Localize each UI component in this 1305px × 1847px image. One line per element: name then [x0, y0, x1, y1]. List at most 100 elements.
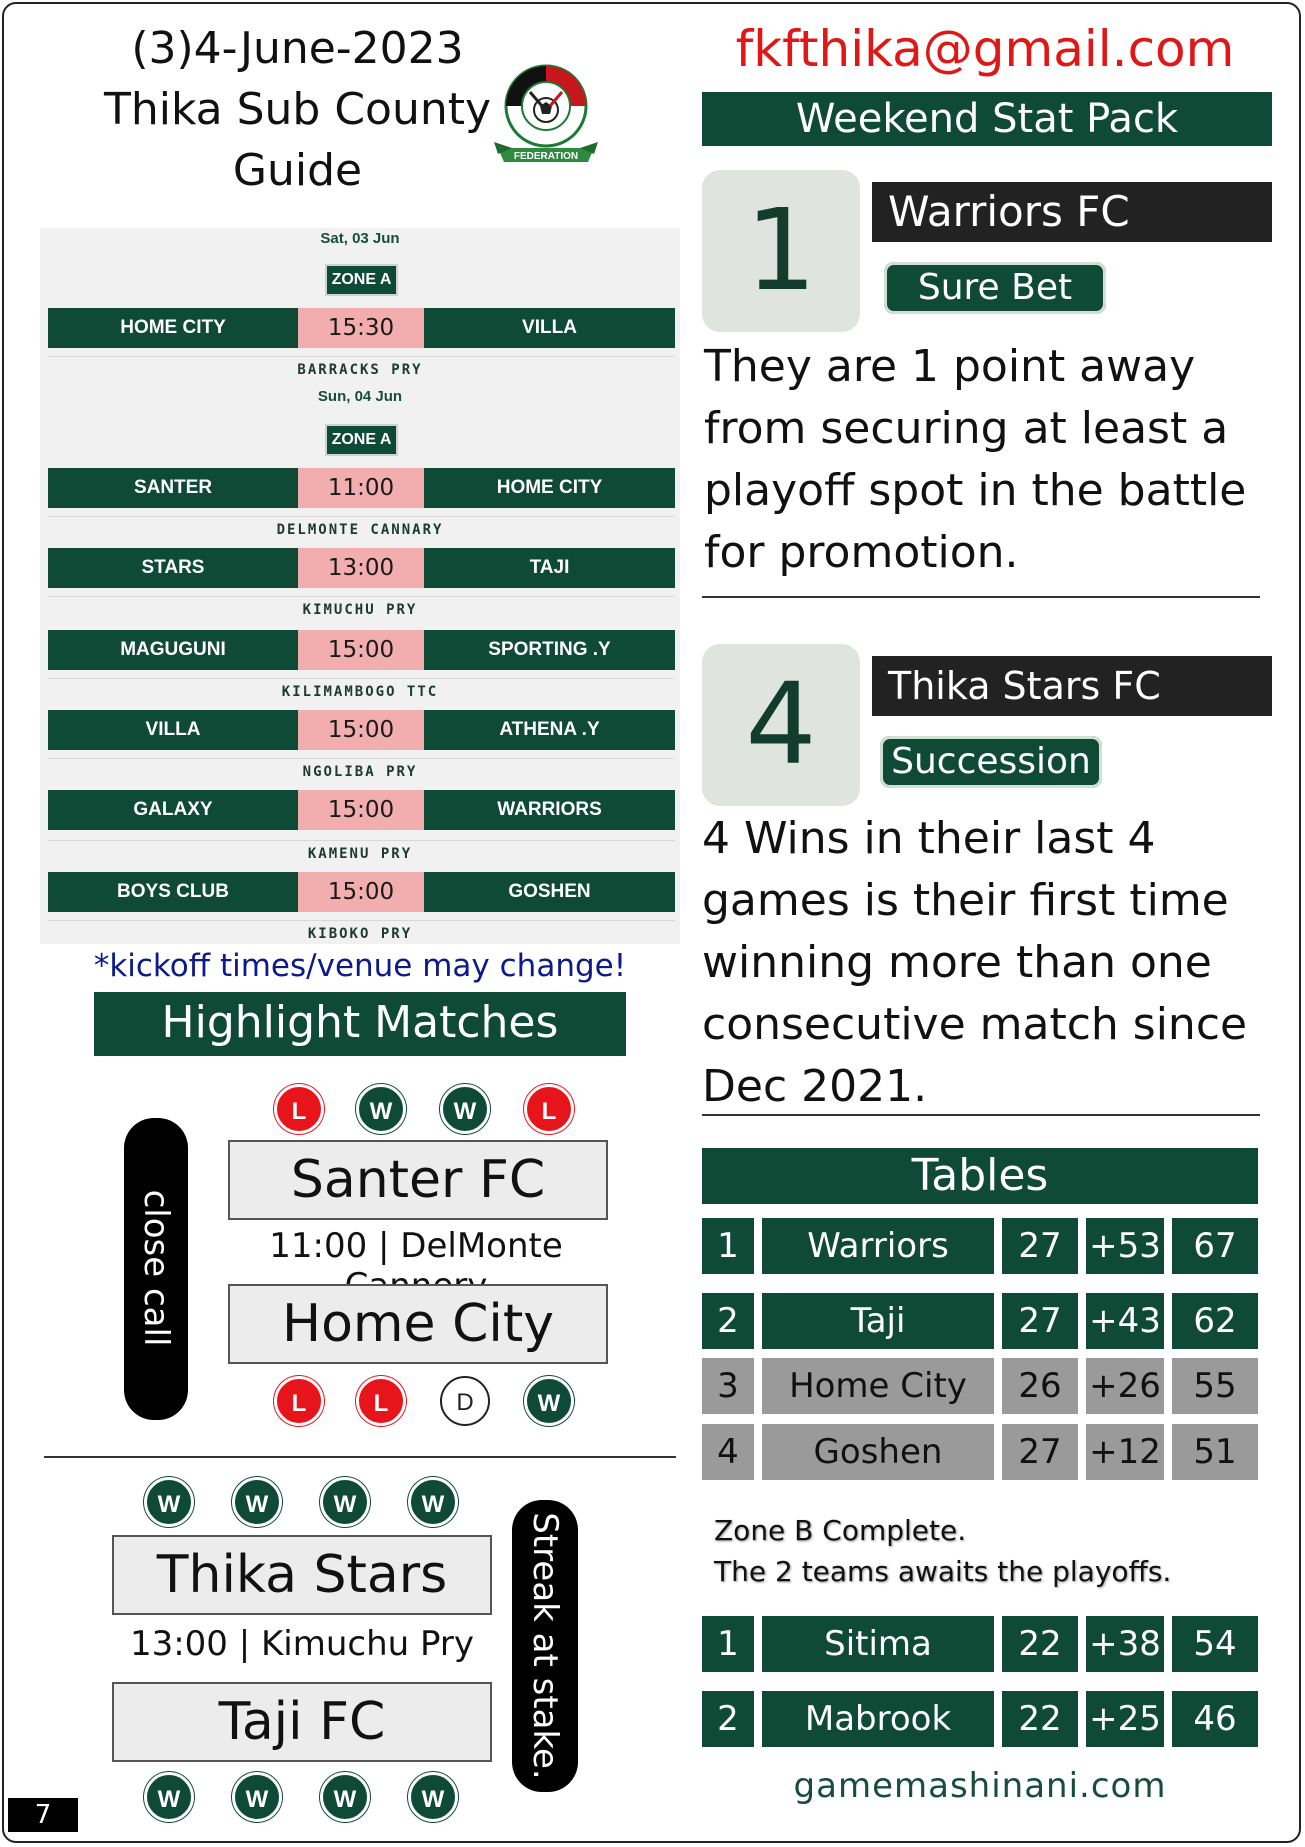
form-result-badge: W	[440, 1084, 490, 1134]
stat-team-bar: Thika Stars FC	[872, 656, 1272, 716]
table-goal-diff: +38	[1086, 1616, 1164, 1672]
table-played: 22	[1002, 1616, 1078, 1672]
form-result-badge: D	[440, 1376, 490, 1426]
match-info: 13:00 | Kimuchu Pry	[129, 1624, 475, 1664]
fixture-venue: KIMUCHU PRY	[302, 602, 418, 618]
section-divider	[702, 596, 1260, 598]
stat-team-bar: Warriors FC	[872, 182, 1272, 242]
stat-tag: Sure Bet	[884, 262, 1106, 314]
table-rank: 2	[702, 1691, 754, 1747]
kickoff-note: *kickoff times/venue may change!	[93, 948, 627, 984]
form-result-badge: W	[408, 1772, 458, 1822]
table-row: 4 Goshen 27 +12 51	[702, 1424, 1258, 1480]
divider	[48, 356, 675, 357]
table-goal-diff: +26	[1086, 1358, 1164, 1414]
fixture-home-team: STARS	[48, 548, 298, 588]
fixture-home-team: BOYS CLUB	[48, 872, 298, 912]
form-result-badge: L	[356, 1376, 406, 1426]
form-result-badge: W	[232, 1772, 282, 1822]
form-result-badge: W	[144, 1477, 194, 1527]
table-row: 1 Sitima 22 +38 54	[702, 1616, 1258, 1672]
table-team: Taji	[762, 1293, 994, 1349]
pill-label: Streak at stake.	[525, 1512, 565, 1780]
fixture-time: 15:00	[298, 630, 424, 670]
stat-line: games is their first time	[702, 875, 1229, 926]
divider	[48, 516, 675, 517]
divider	[48, 758, 675, 759]
fixture-home-team: SANTER	[48, 468, 298, 508]
stat-line: for promotion.	[704, 527, 1019, 578]
table-played: 27	[1002, 1424, 1078, 1480]
form-result-badge: W	[408, 1477, 458, 1527]
table-points: 54	[1172, 1616, 1258, 1672]
page-number: 7	[8, 1798, 78, 1832]
table-played: 26	[1002, 1358, 1078, 1414]
contact-email[interactable]: fkfthika@gmail.com	[700, 20, 1270, 78]
team-box-home: Santer FC	[228, 1140, 608, 1220]
stat-tag: Succession	[880, 736, 1102, 788]
divider	[48, 596, 675, 597]
stat-line: from securing at least a	[704, 403, 1229, 454]
table-goal-diff: +53	[1086, 1218, 1164, 1274]
divider	[48, 678, 675, 679]
stat-description: They are 1 point away from securing at l…	[704, 336, 1264, 584]
fixture-venue: KAMENU PRY	[307, 846, 413, 862]
fixtures-panel: Sat, 03 Jun ZONE A HOME CITY 15:30 VILLA…	[40, 228, 680, 944]
fixture-home-team: VILLA	[48, 710, 298, 750]
table-goal-diff: +12	[1086, 1424, 1164, 1480]
zone-badge: ZONE A	[325, 424, 398, 456]
divider	[48, 920, 675, 921]
table-points: 55	[1172, 1358, 1258, 1414]
fixture-row: MAGUGUNI 15:00 SPORTING .Y	[48, 630, 675, 670]
table-rank: 1	[702, 1218, 754, 1274]
form-result-badge: W	[524, 1376, 574, 1426]
team-box-home: Thika Stars	[112, 1535, 492, 1615]
website-link[interactable]: gamemashinani.com	[702, 1766, 1258, 1806]
form-result-badge: L	[274, 1376, 324, 1426]
fixture-away-team: HOME CITY	[424, 468, 675, 508]
fixture-time: 15:30	[298, 308, 424, 348]
fixture-home-team: GALAXY	[48, 790, 298, 830]
fixture-away-team: SPORTING .Y	[424, 630, 675, 670]
close-call-pill: close call	[124, 1118, 188, 1420]
form-result-badge: L	[524, 1084, 574, 1134]
title-guide: Guide	[232, 145, 363, 196]
table-played: 27	[1002, 1218, 1078, 1274]
streak-pill: Streak at stake.	[512, 1500, 578, 1792]
form-result-badge: W	[232, 1477, 282, 1527]
table-points: 51	[1172, 1424, 1258, 1480]
fixture-venue: KIBOKO PRY	[307, 926, 413, 942]
table-row: 2 Mabrook 22 +25 46	[702, 1691, 1258, 1747]
form-result-badge: W	[320, 1477, 370, 1527]
table-played: 27	[1002, 1293, 1078, 1349]
fixture-time: 15:00	[298, 872, 424, 912]
highlight-banner: Highlight Matches	[94, 992, 626, 1056]
fixture-time: 11:00	[298, 468, 424, 508]
fixture-away-team: WARRIORS	[424, 790, 675, 830]
table-played: 22	[1002, 1691, 1078, 1747]
table-rank: 1	[702, 1616, 754, 1672]
stat-line: They are 1 point away	[704, 341, 1196, 392]
table-team: Warriors	[762, 1218, 994, 1274]
fixture-time: 13:00	[298, 548, 424, 588]
table-rank: 2	[702, 1293, 754, 1349]
fixture-away-team: TAJI	[424, 548, 675, 588]
fixture-row: GALAXY 15:00 WARRIORS	[48, 790, 675, 830]
zone-badge: ZONE A	[325, 264, 398, 296]
stat-line: 4 Wins in their last 4	[702, 813, 1156, 864]
form-result-badge: W	[356, 1084, 406, 1134]
stat-description: 4 Wins in their last 4 games is their fi…	[702, 808, 1272, 1118]
section-divider	[702, 1114, 1260, 1116]
fixture-row: STARS 13:00 TAJI	[48, 548, 675, 588]
table-points: 46	[1172, 1691, 1258, 1747]
fixture-date: Sun, 04 Jun	[317, 388, 403, 405]
fixture-venue: DELMONTE CANNARY	[276, 522, 444, 538]
stat-line: consecutive match since	[702, 999, 1248, 1050]
table-points: 62	[1172, 1293, 1258, 1349]
form-result-badge: L	[274, 1084, 324, 1134]
table-row: 3 Home City 26 +26 55	[702, 1358, 1258, 1414]
fixture-date: Sat, 03 Jun	[320, 230, 400, 247]
table-row: 1 Warriors 27 +53 67	[702, 1218, 1258, 1274]
form-result-badge: W	[144, 1772, 194, 1822]
divider	[48, 840, 675, 841]
